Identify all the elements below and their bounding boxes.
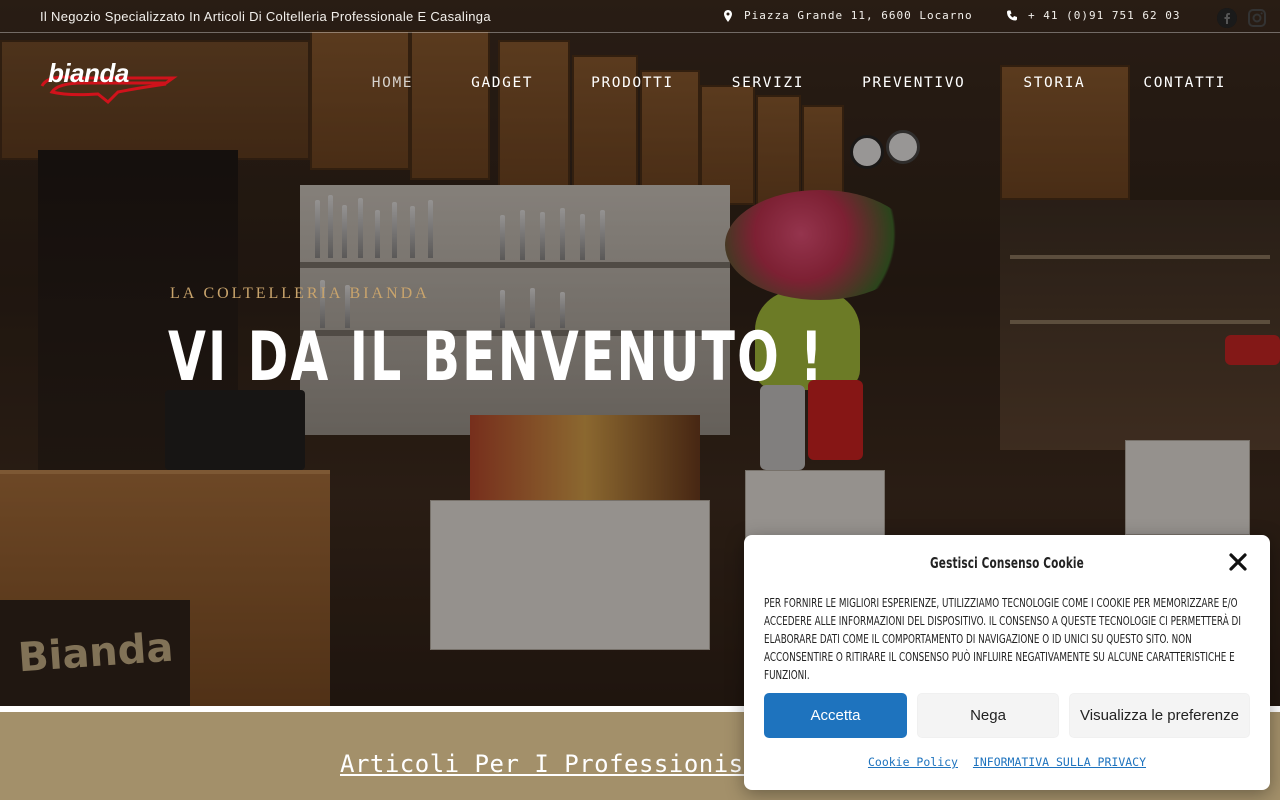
hero-eyebrow: LA COLTELLERIA BIANDA — [170, 285, 430, 302]
privacy-policy-link[interactable]: INFORMATIVA SULLA PRIVACY — [973, 755, 1146, 769]
close-icon[interactable] — [1228, 552, 1248, 572]
facebook-icon[interactable] — [1217, 8, 1237, 28]
nav-prodotti[interactable]: PRODOTTI — [591, 75, 674, 91]
phone-text: + 41 (0)91 751 62 03 — [1028, 9, 1181, 22]
bianda-logo[interactable]: bianda — [38, 56, 178, 106]
nav-contatti[interactable]: CONTATTI — [1143, 75, 1226, 91]
map-pin-icon — [724, 9, 732, 22]
cookie-consent-dialog: Gestisci Consenso Cookie Per fornire le … — [744, 535, 1270, 790]
instagram-icon[interactable] — [1247, 8, 1267, 28]
cookie-policy-link[interactable]: Cookie Policy — [868, 755, 958, 769]
nav-preventivo[interactable]: PREVENTIVO — [862, 75, 965, 91]
nav-storia[interactable]: STORIA — [1023, 75, 1085, 91]
nav-gadget[interactable]: GADGET — [471, 75, 533, 91]
phone-info[interactable]: + 41 (0)91 751 62 03 — [1006, 9, 1180, 22]
nav-servizi[interactable]: SERVIZI — [732, 75, 804, 91]
main-nav: HOME GADGET PRODOTTI SERVIZI PREVENTIVO … — [314, 75, 1226, 91]
deny-button[interactable]: Nega — [917, 693, 1059, 738]
view-preferences-button[interactable]: Visualizza le preferenze — [1069, 693, 1250, 738]
section-title-link[interactable]: Articoli Per I Professionisti — [340, 750, 774, 778]
cookie-body: Per fornire le migliori esperienze, util… — [764, 595, 1241, 682]
top-bar: Il Negozio Specializzato In Articoli Di … — [0, 0, 1280, 33]
cookie-links: Cookie Policy INFORMATIVA SULLA PRIVACY — [744, 755, 1270, 769]
accept-button[interactable]: Accetta — [764, 693, 907, 738]
phone-icon — [1007, 10, 1017, 20]
address-text: Piazza Grande 11, 6600 Locarno — [744, 9, 973, 22]
cookie-title: Gestisci Consenso Cookie — [930, 554, 1084, 572]
logo-text: bianda — [48, 58, 129, 88]
nav-home[interactable]: HOME — [372, 75, 413, 91]
hero-headline: VI DA IL BENVENUTO ! — [168, 318, 825, 397]
address-info[interactable]: Piazza Grande 11, 6600 Locarno — [722, 9, 973, 22]
shop-tagline: Il Negozio Specializzato In Articoli Di … — [40, 9, 491, 24]
